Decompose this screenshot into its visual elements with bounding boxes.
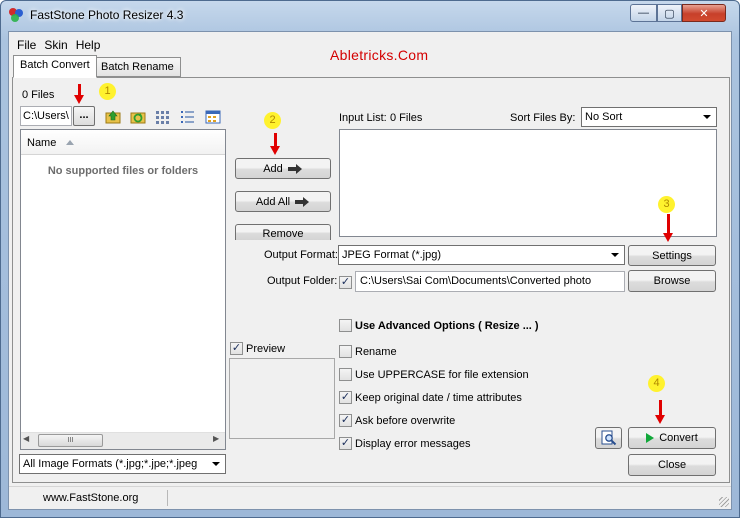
chevron-down-icon[interactable] xyxy=(607,246,623,264)
sort-value: No Sort xyxy=(585,111,623,123)
play-icon xyxy=(646,433,655,443)
browse-folder-button[interactable]: ... xyxy=(73,106,95,126)
thumbnail-view-icon[interactable] xyxy=(155,109,171,125)
close-window-button[interactable]: ✕ xyxy=(682,4,726,22)
option-label: Keep original date / time attributes xyxy=(355,391,522,404)
chevron-down-icon[interactable] xyxy=(699,108,715,126)
add-label: Add xyxy=(263,162,283,175)
preview-checkbox[interactable]: ✓ xyxy=(230,342,243,355)
watermark-text: Abletricks.Com xyxy=(330,47,429,63)
advanced-checkbox[interactable] xyxy=(339,319,352,332)
add-all-button[interactable]: Add All xyxy=(235,191,331,212)
arrow-right-icon xyxy=(287,163,303,174)
menu-skin[interactable]: Skin xyxy=(40,36,71,54)
add-all-label: Add All xyxy=(255,195,291,208)
output-format-select[interactable]: JPEG Format (*.jpg) xyxy=(338,245,625,265)
remove-button[interactable]: Remove xyxy=(235,224,331,240)
ask-overwrite-checkbox[interactable]: ✓ xyxy=(339,414,352,427)
folder-up-icon[interactable] xyxy=(105,109,121,125)
preview-label: Preview xyxy=(246,342,286,355)
option-label: Ask before overwrite xyxy=(355,414,456,427)
option-keep-date[interactable]: ✓ Keep original date / time attributes xyxy=(339,391,522,404)
option-advanced[interactable]: Use Advanced Options ( Resize ... ) xyxy=(339,319,539,332)
sort-files-select[interactable]: No Sort xyxy=(581,107,717,127)
window-title: FastStone Photo Resizer 4.3 xyxy=(30,8,184,22)
tab-batch-convert[interactable]: Batch Convert xyxy=(13,55,97,78)
status-divider xyxy=(167,490,168,506)
keep-date-checkbox[interactable]: ✓ xyxy=(339,391,352,404)
convert-button[interactable]: Convert xyxy=(628,427,716,449)
annotation-badge-4: 4 xyxy=(648,375,665,392)
menu-file[interactable]: File xyxy=(13,36,40,54)
folder-path-input[interactable]: C:\Users\ xyxy=(20,106,72,126)
scroll-thumb[interactable]: III xyxy=(38,434,103,447)
menu-help[interactable]: Help xyxy=(72,36,105,54)
annotation-arrow-icon xyxy=(655,400,666,424)
settings-button[interactable]: Settings xyxy=(628,245,716,266)
arrow-right-icon xyxy=(295,196,310,207)
sort-label: Sort Files By: xyxy=(510,112,576,124)
option-label: Use UPPERCASE for file extension xyxy=(355,368,529,381)
output-folder-label: Output Folder: xyxy=(267,275,338,287)
uppercase-checkbox[interactable] xyxy=(339,368,352,381)
preview-toggle[interactable]: ✓ Preview xyxy=(230,342,285,355)
app-icon xyxy=(9,8,23,22)
file-browser-list[interactable] xyxy=(20,129,226,450)
input-list[interactable] xyxy=(339,129,717,237)
output-format-value: JPEG Format (*.jpg) xyxy=(342,249,442,261)
column-name-label: Name xyxy=(27,137,57,149)
option-rename[interactable]: Rename xyxy=(339,345,397,358)
option-ask-overwrite[interactable]: ✓ Ask before overwrite xyxy=(339,414,455,427)
minimize-button[interactable]: — xyxy=(630,4,657,22)
empty-message: No supported files or folders xyxy=(47,165,199,177)
details-view-icon[interactable] xyxy=(205,109,221,125)
output-format-label: Output Format: xyxy=(264,249,338,261)
display-errors-checkbox[interactable]: ✓ xyxy=(339,437,352,450)
annotation-arrow-icon xyxy=(74,84,85,104)
preview-pane xyxy=(229,358,335,439)
option-uppercase[interactable]: Use UPPERCASE for file extension xyxy=(339,368,529,381)
browse-button[interactable]: Browse xyxy=(628,270,716,292)
option-label: Display error messages xyxy=(355,437,471,450)
rename-checkbox[interactable] xyxy=(339,345,352,358)
files-count: 0 Files xyxy=(22,89,55,101)
chevron-down-icon[interactable] xyxy=(208,455,224,473)
annotation-badge-3: 3 xyxy=(658,196,675,213)
input-list-count: 0 Files xyxy=(390,112,423,124)
status-text: www.FastStone.org xyxy=(43,492,139,504)
annotation-arrow-icon xyxy=(270,133,281,155)
magnifier-icon xyxy=(601,430,616,446)
add-button[interactable]: Add xyxy=(235,158,331,179)
close-button[interactable]: Close xyxy=(628,454,716,476)
refresh-folder-icon[interactable] xyxy=(130,109,146,125)
output-folder-checkbox[interactable]: ✓ xyxy=(339,276,352,289)
view-log-button[interactable] xyxy=(595,427,622,449)
option-label: Rename xyxy=(355,345,397,358)
remove-label: Remove xyxy=(262,228,304,240)
annotation-arrow-icon xyxy=(663,214,674,242)
convert-label: Convert xyxy=(659,432,698,444)
option-label: Use Advanced Options ( Resize ... ) xyxy=(355,319,539,332)
list-view-icon[interactable] xyxy=(180,109,196,125)
annotation-badge-2: 2 xyxy=(264,112,281,129)
menu-bar: File Skin Help xyxy=(8,36,104,54)
annotation-badge-1: 1 xyxy=(99,83,116,100)
format-filter-value: All Image Formats (*.jpg;*.jpe;*.jpeg xyxy=(23,458,198,470)
scroll-left-icon[interactable]: ◀ xyxy=(23,434,29,443)
resize-grip[interactable] xyxy=(719,497,729,507)
output-folder-input[interactable]: C:\Users\Sai Com\Documents\Converted pho… xyxy=(355,271,625,292)
input-list-label: Input List: xyxy=(339,112,387,124)
format-filter-select[interactable]: All Image Formats (*.jpg;*.jpe;*.jpeg xyxy=(19,454,226,474)
scroll-right-icon[interactable]: ▶ xyxy=(213,434,219,443)
maximize-button[interactable]: ▢ xyxy=(657,4,682,22)
tab-batch-rename[interactable]: Batch Rename xyxy=(94,57,181,77)
option-display-errors[interactable]: ✓ Display error messages xyxy=(339,437,471,450)
sort-ascending-icon xyxy=(66,140,74,145)
